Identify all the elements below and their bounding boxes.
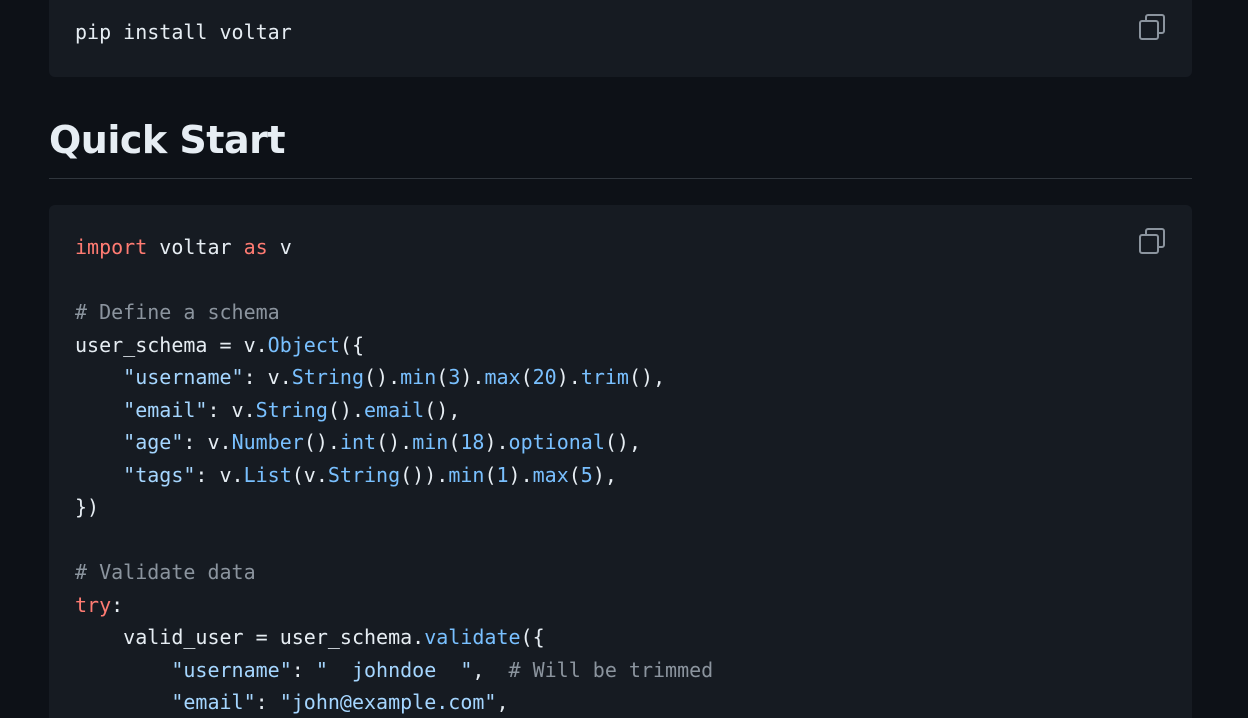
code-token: ( (484, 462, 497, 487)
copy-icon (1139, 14, 1165, 40)
quick-start-code-block: import voltar as v # Define a schema use… (49, 205, 1192, 718)
code-token: (), (424, 397, 461, 422)
quick-start-code[interactable]: import voltar as v # Define a schema use… (75, 231, 713, 718)
code-token: ). (460, 365, 485, 389)
install-code-block: pip install voltar (49, 0, 1192, 77)
code-function: optional (508, 430, 605, 454)
code-function: Object (267, 332, 340, 357)
copy-quick-start-button[interactable] (1138, 227, 1166, 255)
code-string: " johndoe " (315, 657, 473, 682)
code-number: 20 (532, 365, 557, 389)
code-line: }) (75, 495, 100, 519)
code-function: int (339, 430, 377, 454)
code-token: ( (448, 430, 461, 454)
code-string: "email" (123, 397, 208, 422)
code-number: 1 (496, 462, 509, 487)
code-line: "username": " johndoe ", # Will be trimm… (75, 658, 713, 682)
code-token: (), (604, 430, 641, 454)
code-string: "age" (123, 430, 184, 454)
code-token: : (291, 657, 316, 682)
code-function: String (327, 462, 401, 487)
code-token: ( (520, 365, 533, 389)
code-line: "age": v.Number().int().min(18).optional… (75, 430, 641, 454)
code-function: String (255, 397, 328, 422)
scrollbar[interactable] (1234, 0, 1248, 718)
code-token: : v. (243, 365, 292, 389)
code-token: ()). (400, 462, 449, 487)
code-token: : v. (183, 430, 232, 454)
code-token: (). (327, 397, 365, 422)
code-function: min (400, 365, 437, 389)
code-string: "john@example.com" (279, 690, 497, 714)
code-token: ({ (520, 625, 545, 649)
copy-icon (1139, 228, 1165, 254)
code-token: (), (628, 365, 666, 389)
heading-divider (49, 178, 1192, 179)
keyword: as (243, 235, 268, 259)
code-token: v (267, 235, 292, 259)
code-function: min (412, 430, 449, 454)
copy-install-button[interactable] (1138, 13, 1166, 41)
readme-page: pip install voltar Quick Start import vo… (0, 0, 1248, 718)
code-line: valid_user = user_schema.validate({ (75, 625, 545, 649)
code-token: ). (508, 462, 533, 487)
code-token: ( (568, 462, 581, 487)
code-token: ). (484, 430, 509, 454)
code-line: "email": v.String().email(), (75, 398, 460, 422)
code-line: "email": "john@example.com", (75, 690, 509, 714)
code-token: (). (303, 430, 340, 454)
code-line: user_schema = v.Object({ (75, 333, 364, 357)
code-line: try: (75, 593, 123, 617)
code-string: "username" (171, 657, 292, 682)
code-function: min (448, 462, 485, 487)
code-function: max (532, 462, 569, 487)
code-number: 5 (580, 462, 593, 487)
code-token: (v. (291, 462, 328, 487)
code-token: ), (592, 462, 617, 487)
code-function: List (243, 462, 292, 487)
code-line: "username": v.String().min(3).max(20).tr… (75, 365, 665, 389)
keyword: try (75, 592, 112, 617)
code-function: validate (424, 625, 521, 649)
code-token: ). (556, 365, 581, 389)
code-line: "tags": v.List(v.String()).min(1).max(5)… (75, 463, 617, 487)
page-title: Quick Start (49, 118, 286, 162)
code-token: : (111, 592, 124, 617)
code-token: : (255, 690, 280, 714)
code-token: , (472, 657, 509, 682)
code-function: max (484, 365, 521, 389)
code-comment: # Validate data (75, 560, 256, 584)
code-token: ({ (339, 332, 364, 357)
code-token: valid_user = user_schema. (123, 625, 425, 649)
code-function: email (364, 397, 425, 422)
code-token: , (496, 690, 509, 714)
code-number: 3 (448, 365, 461, 389)
code-function: Number (231, 430, 304, 454)
code-function: trim (580, 365, 629, 389)
code-comment: # Will be trimmed (508, 657, 714, 682)
code-number: 18 (460, 430, 485, 454)
code-token: (). (376, 430, 413, 454)
code-comment: # Define a schema (75, 300, 280, 324)
code-token: : v. (195, 462, 244, 487)
code-token: (). (364, 365, 401, 389)
code-line: import voltar as v (75, 235, 292, 259)
code-token: ( (436, 365, 449, 389)
code-string: "email" (171, 690, 256, 714)
code-string: "username" (123, 365, 244, 389)
code-token: : v. (207, 397, 256, 422)
install-command-text: pip install voltar (75, 20, 292, 44)
keyword: import (75, 235, 148, 259)
code-string: "tags" (123, 462, 196, 487)
code-token: voltar (147, 235, 244, 259)
code-function: String (291, 365, 365, 389)
code-token: user_schema = v. (75, 332, 268, 357)
install-command[interactable]: pip install voltar (75, 16, 292, 49)
